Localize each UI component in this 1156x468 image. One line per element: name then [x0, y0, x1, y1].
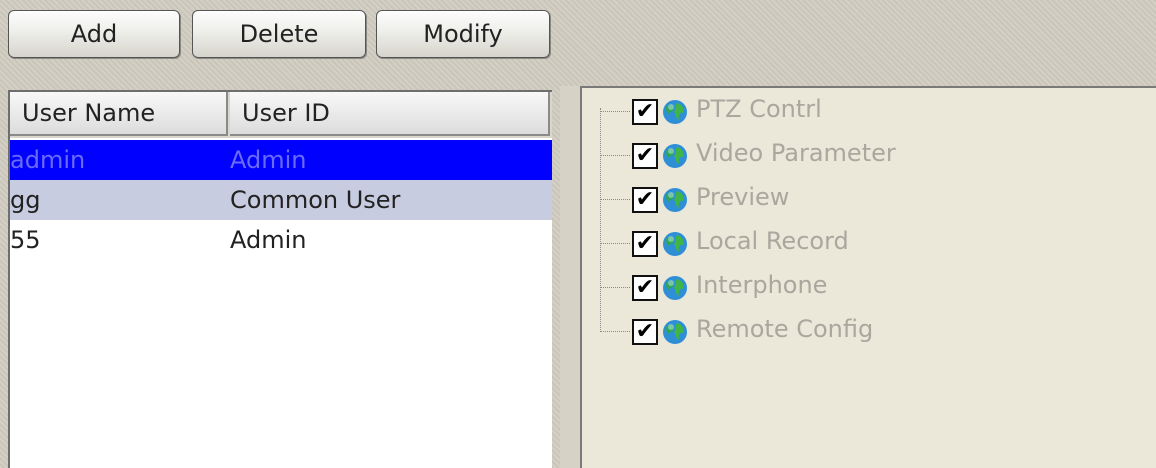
tree-item-remote-config[interactable]: ✔ Remote Config [600, 312, 1140, 352]
checkbox-checked-icon[interactable]: ✔ [632, 231, 658, 257]
tree-item-label: Interphone [696, 271, 828, 299]
checkbox-checked-icon[interactable]: ✔ [632, 99, 658, 125]
globe-icon [663, 320, 687, 344]
modify-button[interactable]: Modify [376, 10, 550, 58]
user-name-cell: admin [10, 146, 86, 174]
tree-item-interphone[interactable]: ✔ Interphone [600, 268, 1140, 308]
table-row[interactable]: admin Admin [10, 140, 552, 180]
checkbox-checked-icon[interactable]: ✔ [632, 319, 658, 345]
globe-icon [663, 276, 687, 300]
globe-icon [663, 144, 687, 168]
globe-icon [663, 100, 687, 124]
user-list[interactable]: User Name User ID admin Admin gg Common … [8, 90, 552, 468]
tree-item-label: Video Parameter [696, 139, 896, 167]
panel-divider[interactable] [560, 86, 580, 468]
toolbar: Add Delete Modify [0, 0, 560, 86]
tree-item-ptz-control[interactable]: ✔ PTZ Contrl [600, 92, 1140, 132]
tree-item-label: Preview [696, 183, 790, 211]
add-button[interactable]: Add [8, 10, 180, 58]
user-id-cell: Admin [230, 146, 307, 174]
checkbox-checked-icon[interactable]: ✔ [632, 275, 658, 301]
user-id-cell: Admin [230, 226, 307, 254]
user-id-cell: Common User [230, 186, 401, 214]
user-list-header: User Name User ID [10, 92, 552, 138]
tree-item-label: PTZ Contrl [696, 95, 822, 123]
tree-item-label: Local Record [696, 227, 849, 255]
column-header-user-name[interactable]: User Name [10, 92, 228, 136]
checkbox-checked-icon[interactable]: ✔ [632, 143, 658, 169]
tree-item-label: Remote Config [696, 315, 874, 343]
globe-icon [663, 188, 687, 212]
column-header-user-id[interactable]: User ID [230, 92, 550, 136]
user-management-window: Add Delete Modify User Name User ID admi… [0, 0, 1156, 468]
table-row[interactable]: gg Common User [10, 180, 552, 220]
delete-button[interactable]: Delete [192, 10, 366, 58]
globe-icon [663, 232, 687, 256]
tree-item-local-record[interactable]: ✔ Local Record [600, 224, 1140, 264]
permission-tree: ✔ PTZ Contrl ✔ Video Parameter ✔ Preview… [580, 86, 1156, 468]
user-name-cell: gg [10, 186, 41, 214]
user-name-cell: 55 [10, 226, 41, 254]
checkbox-checked-icon[interactable]: ✔ [632, 187, 658, 213]
tree-item-preview[interactable]: ✔ Preview [600, 180, 1140, 220]
tree-item-video-parameter[interactable]: ✔ Video Parameter [600, 136, 1140, 176]
table-row[interactable]: 55 Admin [10, 220, 552, 260]
